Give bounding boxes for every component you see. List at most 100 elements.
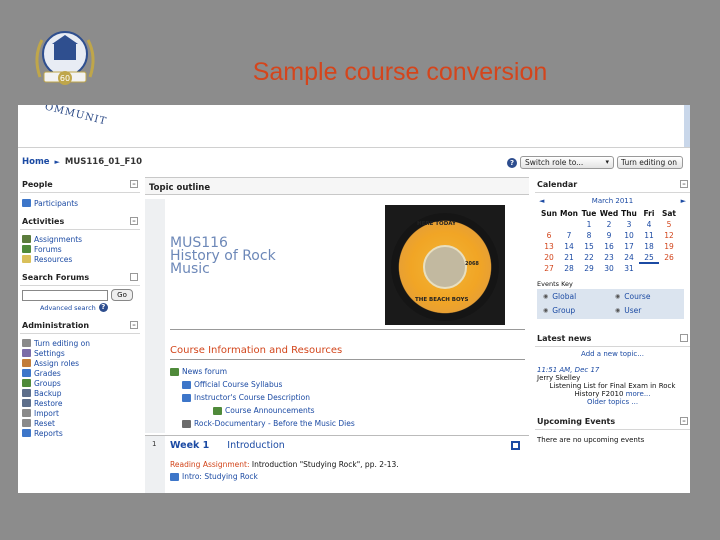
calendar-day[interactable]: 16	[599, 241, 619, 252]
older-topics-link[interactable]: Older topics ...	[535, 398, 690, 406]
search-forums-input[interactable]	[22, 289, 108, 301]
search-forums-header: Search Forums	[20, 270, 140, 286]
week-heading: Week 1 Introduction	[170, 440, 285, 451]
calendar-day[interactable]: 11	[639, 230, 659, 241]
calendar-day[interactable]: 29	[579, 263, 599, 274]
collapse-toggle-icon[interactable]: –	[130, 217, 138, 225]
collapse-toggle-icon[interactable]: –	[680, 180, 688, 188]
admin-groups-link[interactable]: Groups	[20, 378, 140, 388]
events-key-group[interactable]: ◉ Group	[543, 306, 575, 315]
collapse-toggle-icon[interactable]: –	[130, 180, 138, 188]
assignments-link[interactable]: Assignments	[20, 234, 140, 244]
calendar-day[interactable]: 8	[579, 230, 599, 241]
news-more-link[interactable]: more...	[626, 390, 651, 398]
course-description-link[interactable]: Instructor's Course Description	[182, 393, 310, 402]
calendar-day[interactable]: 12	[659, 230, 679, 241]
admin-item-label: Settings	[34, 348, 65, 358]
news-text: Listening List for Final Exam in Rock Hi…	[549, 382, 676, 398]
events-key-course[interactable]: ◉ Course	[615, 292, 650, 301]
calendar-day[interactable]: 18	[639, 241, 659, 252]
forum-icon	[170, 367, 179, 376]
calendar-day[interactable]: 6	[539, 230, 559, 241]
search-forums-form: Go	[20, 286, 140, 301]
calendar-month-link[interactable]: March 2011	[592, 197, 633, 205]
admin-item-label: Turn editing on	[34, 338, 91, 348]
calendar-day[interactable]: 17	[619, 241, 639, 252]
prev-month-icon[interactable]: ◄	[539, 197, 544, 205]
calendar-day[interactable]: 23	[599, 252, 619, 263]
forums-link[interactable]: Forums	[20, 244, 140, 254]
syllabus-link[interactable]: Official Course Syllabus	[182, 380, 282, 389]
calendar-day[interactable]: 4	[639, 219, 659, 230]
admin-turn-editing-link[interactable]: Turn editing on	[20, 338, 140, 348]
administration-list: Turn editing on Settings Assign roles Gr…	[20, 338, 140, 438]
calendar-day[interactable]: 13	[539, 241, 559, 252]
activities-block: Activities – Assignments Forums Resource…	[20, 214, 140, 264]
admin-item-label: Grades	[34, 368, 61, 378]
course-announcements-link[interactable]: Course Announcements	[213, 406, 315, 415]
show-only-week-icon[interactable]	[511, 441, 520, 450]
resources-link[interactable]: Resources	[20, 254, 140, 264]
events-key-label: Course	[624, 292, 651, 301]
calendar-day[interactable]: 21	[559, 252, 579, 263]
help-icon[interactable]: ?	[98, 303, 108, 312]
calendar-day[interactable]: 15	[579, 241, 599, 252]
calendar-day[interactable]: 30	[599, 263, 619, 274]
calendar-day[interactable]: 2	[599, 219, 619, 230]
events-key-user[interactable]: ◉ User	[615, 306, 641, 315]
events-key-global[interactable]: ◉ Global	[543, 292, 576, 301]
admin-import-link[interactable]: Import	[20, 408, 140, 418]
admin-reports-link[interactable]: Reports	[20, 428, 140, 438]
people-block-title: People	[22, 180, 53, 189]
calendar-day[interactable]: 1	[579, 219, 599, 230]
calendar-day[interactable]: 26	[659, 252, 679, 263]
reading-assignment: Reading Assignment: Introduction "Studyi…	[170, 460, 399, 469]
collapse-toggle-icon[interactable]: –	[130, 321, 138, 329]
calendar-day[interactable]: 20	[539, 252, 559, 263]
admin-reset-link[interactable]: Reset	[20, 418, 140, 428]
intro-studying-rock-link[interactable]: Intro: Studying Rock	[170, 472, 258, 481]
calendar-day-header: Sat	[661, 209, 677, 218]
events-key-title: Events Key	[537, 280, 573, 288]
calendar-day[interactable]: 7	[559, 230, 579, 241]
next-month-icon[interactable]: ►	[681, 197, 686, 205]
switch-role-select[interactable]: Switch role to... ▾	[520, 156, 614, 169]
rock-documentary-link[interactable]: Rock-Documentary - Before the Music Dies	[182, 419, 355, 428]
admin-assign-roles-link[interactable]: Assign roles	[20, 358, 140, 368]
calendar-day[interactable]: 24	[619, 252, 639, 263]
calendar-day[interactable]: 9	[599, 230, 619, 241]
calendar-day[interactable]: 25	[639, 252, 659, 264]
calendar-day[interactable]: 3	[619, 219, 639, 230]
navigation-bar: Home ► MUS116_01_F10 ? Switch role to...…	[18, 147, 690, 177]
calendar-day[interactable]: 31	[619, 263, 639, 274]
collapse-toggle-icon[interactable]: –	[680, 417, 688, 425]
calendar-day-header: Sun	[540, 209, 558, 218]
admin-backup-link[interactable]: Backup	[20, 388, 140, 398]
advanced-search-label: Advanced search	[40, 303, 96, 312]
add-topic-link[interactable]: Add a new topic...	[535, 347, 690, 358]
calendar-day[interactable]: 14	[559, 241, 579, 252]
calendar-day[interactable]: 10	[619, 230, 639, 241]
collapse-toggle-icon[interactable]	[130, 273, 138, 281]
calendar-day[interactable]: 5	[659, 219, 679, 230]
settings-icon	[22, 349, 31, 357]
admin-restore-link[interactable]: Restore	[20, 398, 140, 408]
help-icon[interactable]: ?	[507, 158, 517, 168]
admin-grades-link[interactable]: Grades	[20, 368, 140, 378]
calendar-day[interactable]: 28	[559, 263, 579, 274]
calendar-day[interactable]: 22	[579, 252, 599, 263]
participants-link[interactable]: Participants	[20, 198, 140, 208]
news-forum-link[interactable]: News forum	[170, 367, 227, 376]
calendar-day[interactable]: 19	[659, 241, 679, 252]
collapse-toggle-icon[interactable]	[680, 334, 688, 342]
breadcrumb-home-link[interactable]: Home	[22, 157, 50, 167]
turn-editing-on-button[interactable]: Turn editing on	[617, 156, 683, 169]
admin-settings-link[interactable]: Settings	[20, 348, 140, 358]
assignments-label: Assignments	[34, 234, 83, 244]
admin-item-label: Restore	[34, 398, 63, 408]
advanced-search-link[interactable]: Advanced search ?	[20, 301, 140, 312]
divider	[170, 329, 525, 330]
calendar-day[interactable]: 27	[539, 263, 559, 274]
search-go-button[interactable]: Go	[111, 289, 133, 301]
breadcrumb: Home ► MUS116_01_F10	[22, 157, 142, 167]
